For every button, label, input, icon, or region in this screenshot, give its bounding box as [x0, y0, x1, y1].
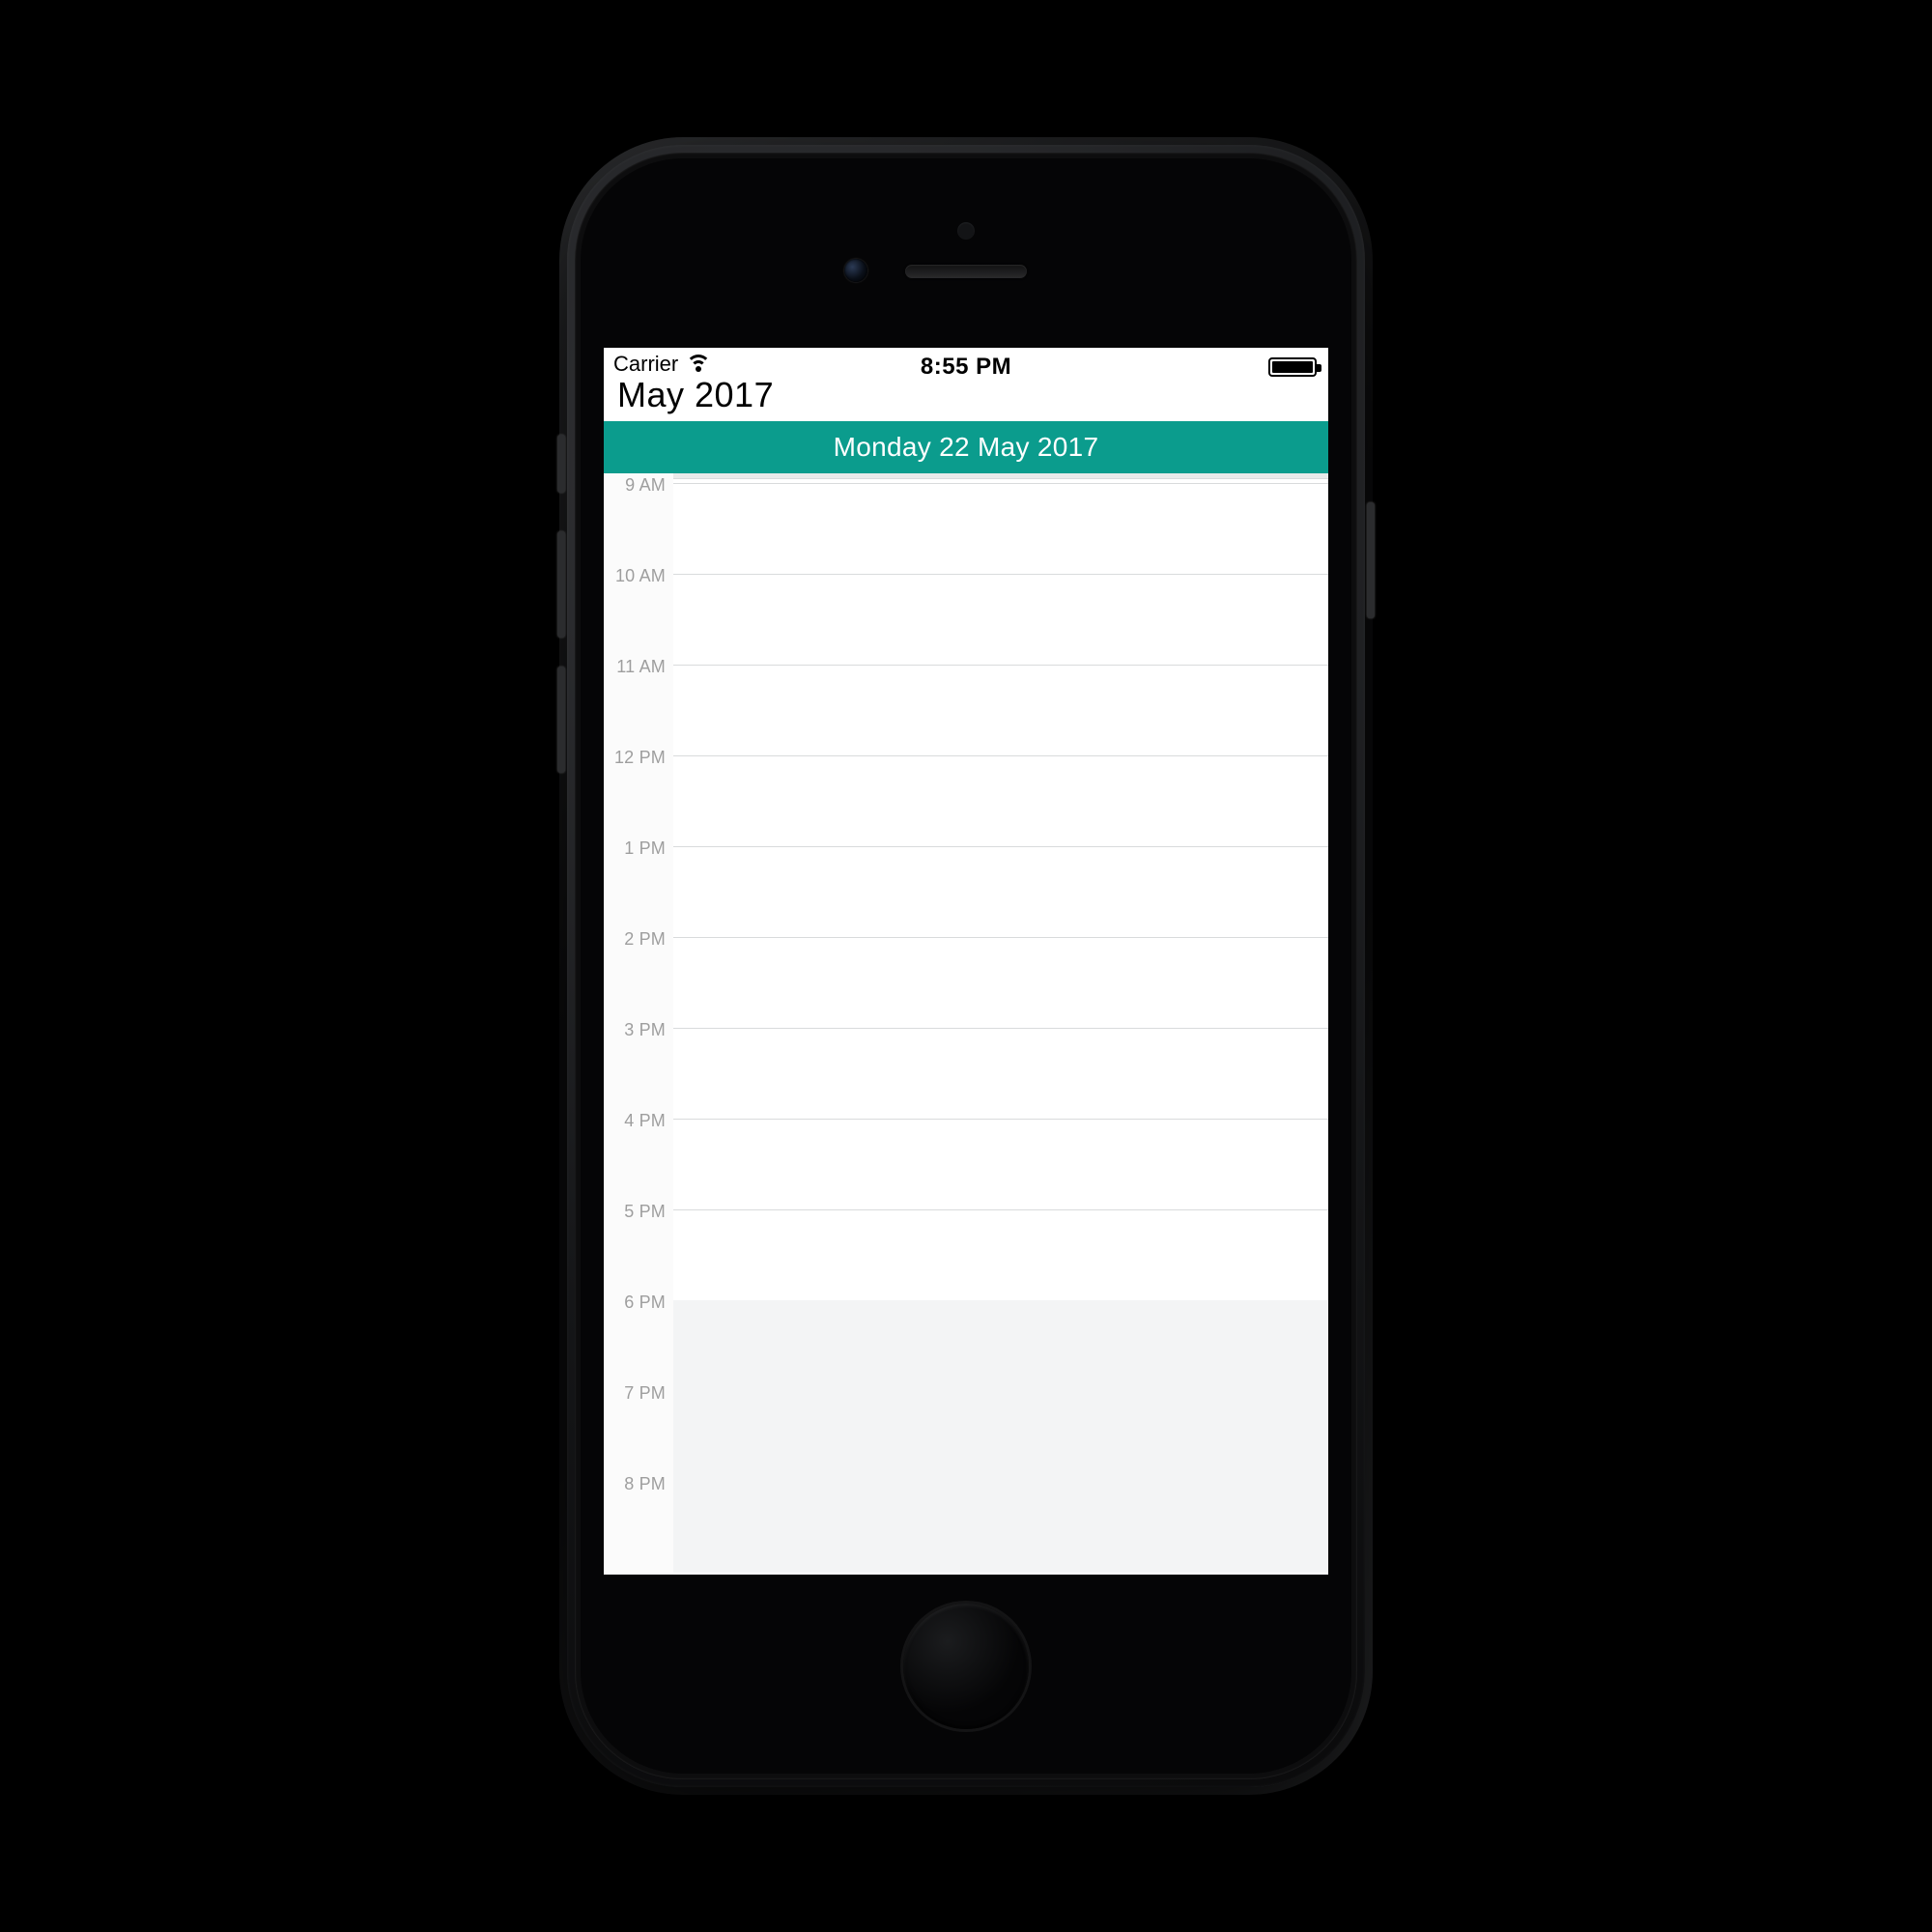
power-button[interactable] [1367, 502, 1375, 618]
hour-label: 1 PM [604, 838, 666, 859]
proximity-sensor-icon [957, 222, 975, 240]
work-hours-slot-bg [673, 755, 1328, 846]
work-hours-slot-bg [673, 483, 1328, 574]
earpiece-speaker-icon [905, 265, 1027, 278]
screen: Carrier 8:55 PM May 2017 Monday 22 May 2… [604, 348, 1328, 1575]
work-hours-slot-bg [673, 574, 1328, 665]
hour-label: 2 PM [604, 929, 666, 950]
work-hours-slot-bg [673, 937, 1328, 1028]
hour-label: 8 PM [604, 1474, 666, 1494]
wifi-icon [686, 355, 711, 374]
hour-label: 7 PM [604, 1383, 666, 1404]
battery-icon [1268, 357, 1317, 377]
hour-row[interactable]: 1 PM [604, 846, 1328, 937]
work-hours-slot-bg [673, 665, 1328, 755]
work-hours-slot-bg [673, 846, 1328, 937]
off-hours-slot-bg [673, 1391, 1328, 1482]
hour-row[interactable]: 11 AM [604, 665, 1328, 755]
hour-row[interactable]: 3 PM [604, 1028, 1328, 1119]
stage: Carrier 8:55 PM May 2017 Monday 22 May 2… [0, 0, 1932, 1932]
hour-label: 4 PM [604, 1111, 666, 1131]
work-hours-slot-bg [673, 1119, 1328, 1209]
hour-row[interactable]: 4 PM [604, 1119, 1328, 1209]
hour-row[interactable]: 12 PM [604, 755, 1328, 846]
hour-label: 3 PM [604, 1020, 666, 1040]
date-header-text: Monday 22 May 2017 [834, 432, 1099, 463]
front-camera-icon [844, 259, 867, 282]
hour-label: 10 AM [604, 566, 666, 586]
work-hours-slot-bg [673, 1209, 1328, 1300]
mute-switch[interactable] [557, 435, 565, 493]
hour-row[interactable]: 2 PM [604, 937, 1328, 1028]
off-hours-slot-bg [673, 1482, 1328, 1573]
off-hours-slot-bg [673, 1300, 1328, 1391]
volume-down[interactable] [557, 667, 565, 773]
hour-row[interactable]: 8 PM [604, 1482, 1328, 1573]
hour-row[interactable]: 6 PM [604, 1300, 1328, 1391]
home-button[interactable] [903, 1604, 1029, 1729]
work-hours-slot-bg [673, 1028, 1328, 1119]
hour-row[interactable]: 7 PM [604, 1391, 1328, 1482]
day-schedule[interactable]: 9 AM10 AM11 AM12 PM1 PM2 PM3 PM4 PM5 PM6… [604, 473, 1328, 1575]
hour-rows: 9 AM10 AM11 AM12 PM1 PM2 PM3 PM4 PM5 PM6… [604, 473, 1328, 1575]
hour-label: 12 PM [604, 748, 666, 768]
phone-frame: Carrier 8:55 PM May 2017 Monday 22 May 2… [567, 145, 1365, 1787]
hour-label: 11 AM [604, 657, 666, 677]
hour-label: 5 PM [604, 1202, 666, 1222]
hour-label: 6 PM [604, 1293, 666, 1313]
statusbar-left: Carrier [613, 352, 711, 377]
hour-row[interactable]: 10 AM [604, 574, 1328, 665]
carrier-label: Carrier [613, 352, 678, 377]
battery-fill [1272, 361, 1313, 373]
hour-row[interactable]: 9 AM [604, 483, 1328, 574]
hour-row[interactable]: 5 PM [604, 1209, 1328, 1300]
date-header-bar[interactable]: Monday 22 May 2017 [604, 421, 1328, 473]
month-title[interactable]: May 2017 [604, 375, 1328, 421]
volume-up[interactable] [557, 531, 565, 638]
hour-label: 9 AM [604, 475, 666, 496]
